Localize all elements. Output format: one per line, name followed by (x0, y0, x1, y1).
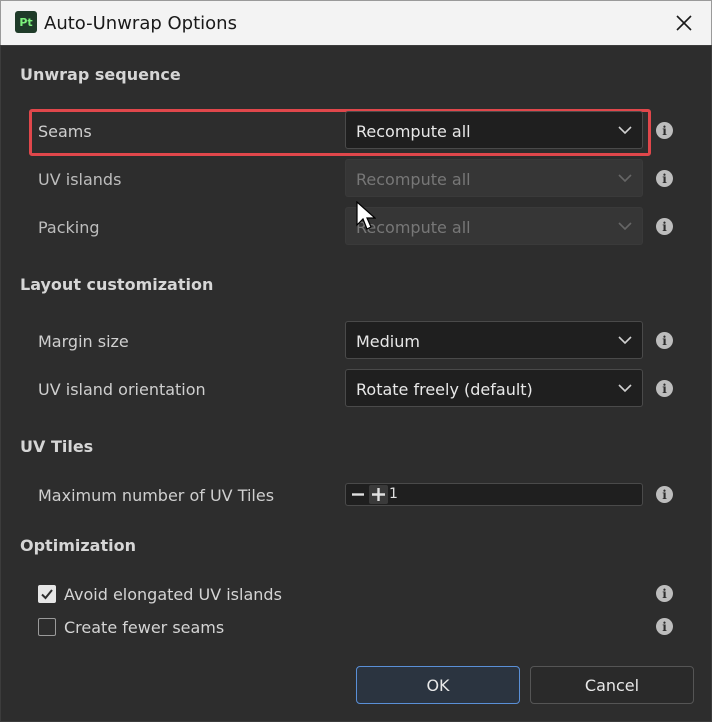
max-uv-tiles-value[interactable]: 1 (389, 486, 398, 502)
max-uv-tiles-stepper[interactable]: 1 (345, 483, 643, 506)
plus-icon[interactable] (369, 485, 388, 504)
uv-islands-select-value: Recompute all (356, 170, 471, 189)
uv-islands-label: UV islands (38, 170, 122, 189)
ok-button[interactable]: OK (356, 666, 520, 704)
uv-island-orientation-info-icon[interactable]: i (656, 380, 673, 397)
fewer-seams-info-icon[interactable]: i (656, 618, 673, 635)
chevron-down-icon (618, 336, 632, 345)
avoid-elongated-info-icon[interactable]: i (656, 585, 673, 602)
close-button[interactable] (665, 7, 703, 39)
chevron-down-icon (618, 222, 632, 231)
margin-size-select-value: Medium (356, 332, 420, 351)
packing-info-icon[interactable]: i (656, 218, 673, 235)
margin-size-info-icon[interactable]: i (656, 332, 673, 349)
chevron-down-icon (618, 174, 632, 183)
checkmark-icon (41, 589, 53, 600)
uv-island-orientation-select[interactable]: Rotate freely (default) (345, 369, 643, 407)
fewer-seams-checkbox[interactable] (38, 618, 56, 636)
uv-island-orientation-label: UV island orientation (38, 380, 206, 399)
max-uv-tiles-label: Maximum number of UV Tiles (38, 486, 275, 505)
section-title-unwrap-sequence: Unwrap sequence (20, 65, 181, 84)
seams-label: Seams (38, 122, 92, 141)
packing-select: Recompute all (345, 207, 643, 245)
cancel-button[interactable]: Cancel (530, 666, 694, 704)
minus-icon[interactable] (350, 486, 366, 503)
mouse-cursor-icon (356, 201, 376, 230)
chevron-down-icon (618, 384, 632, 393)
seams-info-icon[interactable]: i (656, 122, 673, 139)
section-title-layout-customization: Layout customization (20, 275, 214, 294)
app-logo-icon: Pt (15, 11, 37, 33)
fewer-seams-label[interactable]: Create fewer seams (64, 618, 224, 637)
packing-label: Packing (38, 218, 100, 237)
section-title-optimization: Optimization (20, 536, 136, 555)
avoid-elongated-checkbox[interactable] (38, 585, 56, 603)
uv-islands-info-icon[interactable]: i (656, 170, 673, 187)
window-title: Auto-Unwrap Options (44, 13, 237, 34)
avoid-elongated-label[interactable]: Avoid elongated UV islands (64, 585, 282, 604)
title-bar: Pt Auto-Unwrap Options (0, 0, 712, 45)
margin-size-label: Margin size (38, 332, 129, 351)
dialog-body: Unwrap sequence Seams Recompute all i UV… (0, 45, 712, 722)
section-title-uv-tiles: UV Tiles (20, 437, 94, 456)
chevron-down-icon (618, 126, 632, 135)
seams-select[interactable]: Recompute all (345, 111, 643, 149)
max-uv-tiles-info-icon[interactable]: i (656, 486, 673, 503)
close-icon (676, 15, 692, 31)
seams-select-value: Recompute all (356, 122, 471, 141)
uv-islands-select: Recompute all (345, 159, 643, 197)
uv-island-orientation-select-value: Rotate freely (default) (356, 380, 533, 399)
margin-size-select[interactable]: Medium (345, 321, 643, 359)
